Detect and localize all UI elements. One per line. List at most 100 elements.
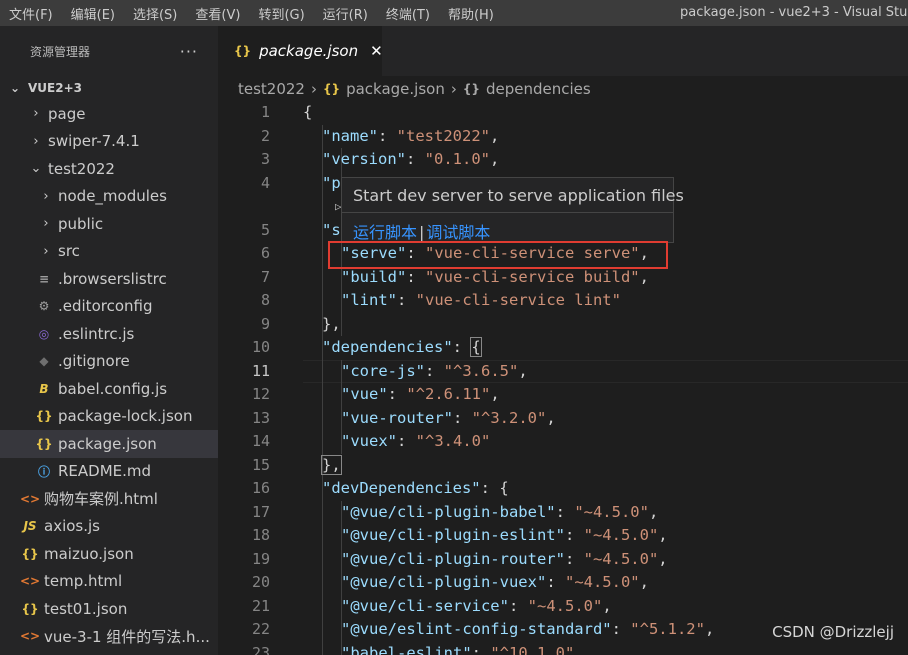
json-key: "build" xyxy=(341,267,407,286)
punctuation: , xyxy=(639,573,649,591)
code-text: "@vue/cli-service": "~4.5.0", xyxy=(341,595,612,619)
menu-run[interactable]: 运行(R) xyxy=(314,4,377,23)
code-text: "p xyxy=(322,172,341,196)
punctuation: , xyxy=(490,150,500,168)
colon: : xyxy=(452,338,472,356)
line-number: 17 xyxy=(251,502,270,521)
file-tree-item[interactable]: JS axios.js xyxy=(0,513,218,541)
file-tree-item-label: swiper-7.4.1 xyxy=(48,132,140,151)
file-tree-item-label: public xyxy=(58,214,104,233)
line-number: 7 xyxy=(260,267,270,286)
code-text: "@vue/cli-plugin-router": "~4.5.0", xyxy=(341,548,668,572)
file-tree-item[interactable]: <> 购物车案例.html xyxy=(0,485,218,513)
list-file-icon: ≡ xyxy=(38,271,50,286)
file-tree-item-label: test2022 xyxy=(48,159,115,178)
hover-tooltip: Start dev server to serve application fi… xyxy=(341,177,684,243)
file-tree-item[interactable]: › src xyxy=(0,238,218,266)
colon: : xyxy=(397,432,416,450)
code-text: { xyxy=(303,101,312,125)
code-line: 20 "@vue/cli-plugin-vuex": "~4.5.0", xyxy=(218,571,908,595)
code-line: 12 "vue": "^2.6.11", xyxy=(218,383,908,407)
code-line: 3 "version": "0.1.0", xyxy=(218,148,908,172)
breadcrumb-symbol[interactable]: dependencies xyxy=(486,80,591,98)
highlight-box xyxy=(328,241,668,269)
file-tree-item[interactable]: <> vue-3-1 组件的写法.h... xyxy=(0,623,218,651)
file-tree-item-label: .editorconfig xyxy=(58,297,153,316)
code-text: "devDependencies": { xyxy=(322,477,509,501)
code-text: "core-js": "^3.6.5", xyxy=(341,360,528,384)
file-tree-item[interactable]: › page xyxy=(0,100,218,128)
file-tree-item[interactable]: › swiper-7.4.1 xyxy=(0,128,218,156)
breadcrumb-folder[interactable]: test2022 xyxy=(238,80,305,98)
json-key: "vue-router" xyxy=(341,408,453,427)
file-tree-item[interactable]: {} package-lock.json xyxy=(0,403,218,431)
line-number: 21 xyxy=(251,596,270,615)
file-tree-item-label: README.md xyxy=(58,462,152,481)
menu-view[interactable]: 查看(V) xyxy=(186,4,249,23)
file-tree-item[interactable]: {} maizuo.json xyxy=(0,540,218,568)
code-text: "dependencies": { xyxy=(322,336,482,360)
json-value: "0.1.0" xyxy=(424,150,490,168)
punctuation: , xyxy=(518,361,528,380)
tab-package-json[interactable]: {} package.json ✕ xyxy=(218,26,383,76)
info-icon: ⓘ xyxy=(37,464,50,479)
menu-edit[interactable]: 编辑(E) xyxy=(62,4,124,23)
file-tree-item[interactable]: ≡ .browserslistrc xyxy=(0,265,218,293)
code-line: 13 "vue-router": "^3.2.0", xyxy=(218,407,908,431)
code-line: 10 "dependencies": { xyxy=(218,336,908,360)
code-line: 14 "vuex": "^3.4.0" xyxy=(218,430,908,454)
object-symbol-icon: {} xyxy=(462,81,480,96)
json-key: "@vue/cli-plugin-router" xyxy=(341,549,565,568)
file-tree-item[interactable]: Bbabel.config.js xyxy=(0,375,218,403)
menu-help[interactable]: 帮助(H) xyxy=(439,4,503,23)
file-tree-item[interactable]: {} package.json xyxy=(0,430,218,458)
colon: : xyxy=(480,479,500,497)
line-number: 3 xyxy=(260,150,270,168)
json-value: "^10.1.0" xyxy=(490,643,575,655)
menu-go[interactable]: 转到(G) xyxy=(249,4,313,23)
gear-icon: ⚙ xyxy=(38,299,50,314)
file-tree-item-label: package.json xyxy=(58,434,157,453)
run-script-link[interactable]: 运行脚本 xyxy=(353,223,417,242)
file-tree-item[interactable]: {} test01.json xyxy=(0,595,218,623)
file-tree-item[interactable]: <> temp.html xyxy=(0,568,218,596)
file-tree-item[interactable]: ⓘ README.md xyxy=(0,458,218,486)
json-value: "~4.5.0" xyxy=(574,502,649,521)
code-text: "@vue/cli-plugin-vuex": "~4.5.0", xyxy=(341,571,649,595)
json-key: "lint" xyxy=(341,291,397,309)
chevron-right-icon: › xyxy=(33,106,39,122)
menu-terminal[interactable]: 终端(T) xyxy=(377,4,439,23)
file-tree-item[interactable]: ⌄ test2022 xyxy=(0,155,218,183)
file-tree-item[interactable]: ◎ .eslintrc.js xyxy=(0,320,218,348)
json-value: "~4.5.0" xyxy=(583,549,659,568)
file-tree-item[interactable]: ◆ .gitignore xyxy=(0,348,218,376)
menu-file[interactable]: 文件(F) xyxy=(0,4,62,23)
babel-icon: B xyxy=(39,381,49,396)
file-tree-item[interactable]: ⚙ .editorconfig xyxy=(0,293,218,321)
chevron-right-icon: › xyxy=(310,79,317,98)
file-tree-item[interactable]: › public xyxy=(0,210,218,238)
code-line: 8 "lint": "vue-cli-service lint" xyxy=(218,289,908,313)
debug-script-link[interactable]: 调试脚本 xyxy=(426,223,490,242)
chevron-right-icon: › xyxy=(43,216,49,232)
json-value: "^5.1.2" xyxy=(630,620,705,638)
colon: : xyxy=(452,408,472,427)
file-tree-item[interactable]: › node_modules xyxy=(0,183,218,211)
breadcrumb-file[interactable]: package.json xyxy=(346,80,445,98)
workspace-root[interactable]: ⌄ VUE2+3 xyxy=(0,76,218,100)
code-line: 7 "build": "vue-cli-service build", xyxy=(218,266,908,290)
line-number: 14 xyxy=(251,432,270,450)
more-actions-icon[interactable]: ··· xyxy=(180,42,198,61)
punctuation: , xyxy=(658,526,668,544)
line-number: 22 xyxy=(251,620,270,638)
json-file-icon: {} xyxy=(35,409,53,424)
json-value: "test2022" xyxy=(396,126,490,145)
menu-selection[interactable]: 选择(S) xyxy=(124,4,186,23)
file-tree-item-label: 购物车案例.html xyxy=(44,490,158,509)
close-icon[interactable]: ✕ xyxy=(370,42,383,60)
line-number: 9 xyxy=(260,314,270,333)
file-tree-item-label: axios.js xyxy=(44,517,100,536)
colon: : xyxy=(406,150,425,168)
line-number: 23 xyxy=(251,643,270,655)
code-text: "s xyxy=(322,219,341,243)
